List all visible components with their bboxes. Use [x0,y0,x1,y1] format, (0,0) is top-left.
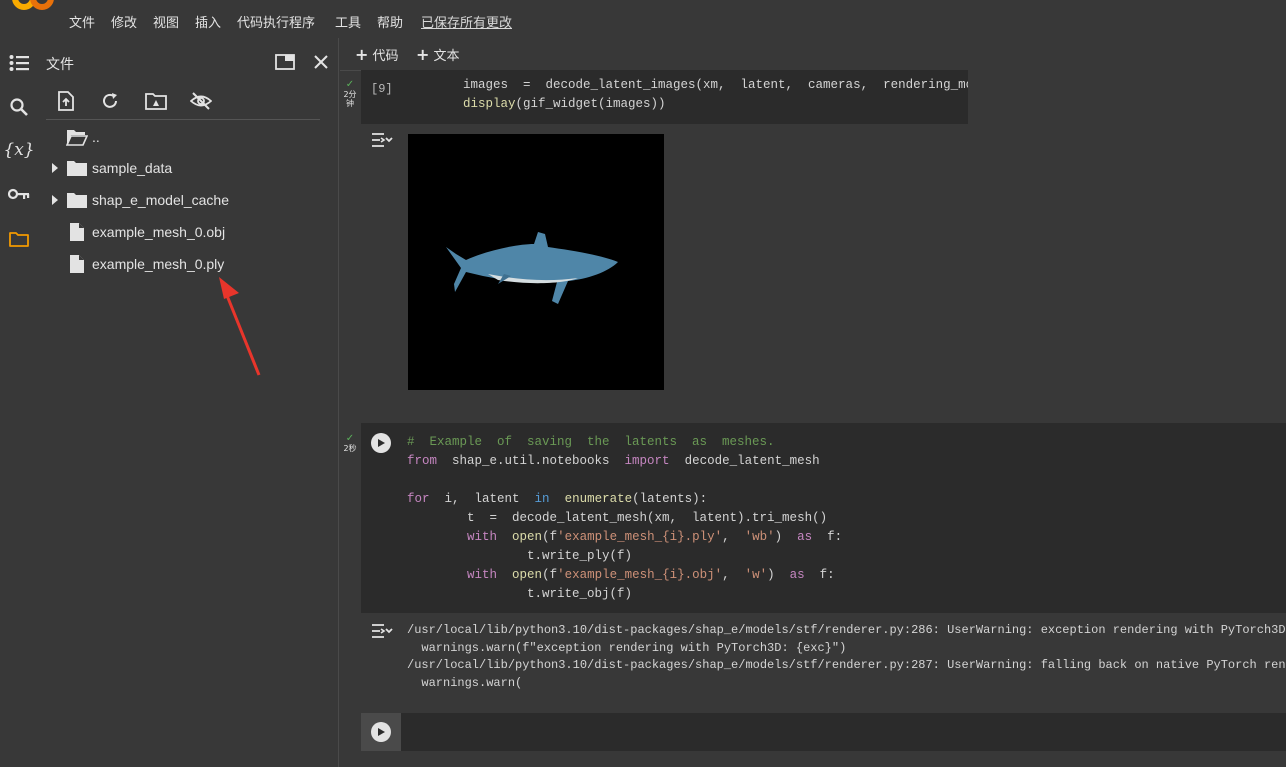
folder-icon [66,190,88,210]
play-icon [378,728,385,736]
file-tree-item[interactable]: shap_e_model_cache [46,185,326,215]
refresh-icon[interactable] [97,88,123,114]
file-name: sample_data [92,160,173,176]
cell-status: ✓ 2分 钟 [341,79,359,109]
menu-file[interactable]: 文件 [69,12,95,31]
menu-edit[interactable]: 修改 [111,12,137,31]
output-toggle-icon[interactable] [371,131,393,151]
file-tree-item[interactable]: example_mesh_0.obj [46,217,326,247]
colab-logo[interactable] [12,0,56,14]
menu-help[interactable]: 帮助 [377,12,403,31]
menubar: 文件 修改 视图 插入 代码执行程序 工具 帮助 已保存所有更改 [0,0,1286,38]
parent-dir-row[interactable]: .. [46,122,326,152]
file-tree-item[interactable]: example_mesh_0.ply [46,249,326,279]
output-image [408,134,664,390]
notebook-toolbar: + 代码 + 文本 [340,38,1286,71]
play-icon [378,439,385,447]
file-tree-item[interactable]: sample_data [46,153,326,183]
plus-icon: + [355,45,369,64]
file-name: shap_e_model_cache [92,192,229,208]
expand-arrow-icon[interactable] [46,163,64,173]
folder-icon[interactable] [6,226,32,252]
file-name: example_mesh_0.obj [92,224,226,240]
exec-time: 2秒 [343,444,357,453]
menu-insert[interactable]: 插入 [195,12,221,31]
cell-status: ✓ 2秒 [341,433,359,454]
file-name: example_mesh_0.ply [92,256,225,272]
exec-time-line-1: 2分 [343,90,357,99]
add-text-button[interactable]: + 文本 [416,45,460,64]
open-in-tab-icon[interactable] [273,50,297,74]
menu-runtime[interactable]: 代码执行程序 [237,12,315,31]
add-text-label: 文本 [433,49,460,64]
run-cell-button[interactable] [371,722,391,742]
check-icon: ✓ [345,79,355,90]
side-icon-rail: {x} [0,38,38,767]
empty-code-cell[interactable] [361,713,1286,751]
toc-icon[interactable] [6,50,32,76]
exec-time-line-2: 钟 [346,99,354,108]
output-line: warnings.warn( [407,675,523,690]
expand-arrow-icon[interactable] [46,195,64,205]
saved-status[interactable]: 已保存所有更改 [421,12,512,31]
shark-render [446,232,618,304]
add-code-label: 代码 [372,49,399,64]
panel-divider [46,119,320,120]
menu-view[interactable]: 视图 [153,12,179,31]
menu-tools[interactable]: 工具 [335,12,361,31]
cell-gutter [968,70,1286,124]
file-icon [66,254,88,274]
parent-dir-label: .. [92,129,100,145]
check-icon: ✓ [345,433,355,444]
folder-open-icon [66,127,88,147]
search-icon[interactable] [6,94,32,120]
execution-count: [9] [371,82,393,96]
key-icon[interactable] [6,181,32,207]
close-icon[interactable] [309,50,333,74]
hide-files-icon[interactable] [188,88,214,114]
add-code-button[interactable]: + 代码 [355,45,399,64]
code-cell[interactable]: [9] images = decode_latent_images(xm, la… [361,70,1086,124]
run-cell-button[interactable] [371,433,391,453]
output-line: /usr/local/lib/python3.10/dist-packages/… [407,623,1286,637]
code-cell[interactable]: # Example of saving the latents as meshe… [361,423,1286,613]
output-text: /usr/local/lib/python3.10/dist-packages/… [407,622,1286,692]
file-icon [66,222,88,242]
file-panel: 文件 .. sample_data shap_e_model_cache exa [38,38,339,767]
annotation-arrow-icon [219,277,261,376]
output-toggle-icon[interactable] [371,622,393,642]
output-line: warnings.warn(f"exception rendering with… [407,640,847,655]
mount-drive-icon[interactable] [143,88,169,114]
plus-icon: + [416,45,430,64]
code-editor[interactable]: # Example of saving the latents as meshe… [407,433,842,604]
panel-title: 文件 [46,57,74,73]
variables-icon[interactable]: {x} [3,137,34,163]
output-line: /usr/local/lib/python3.10/dist-packages/… [407,658,1286,672]
upload-icon[interactable] [53,88,79,114]
folder-icon [66,158,88,178]
